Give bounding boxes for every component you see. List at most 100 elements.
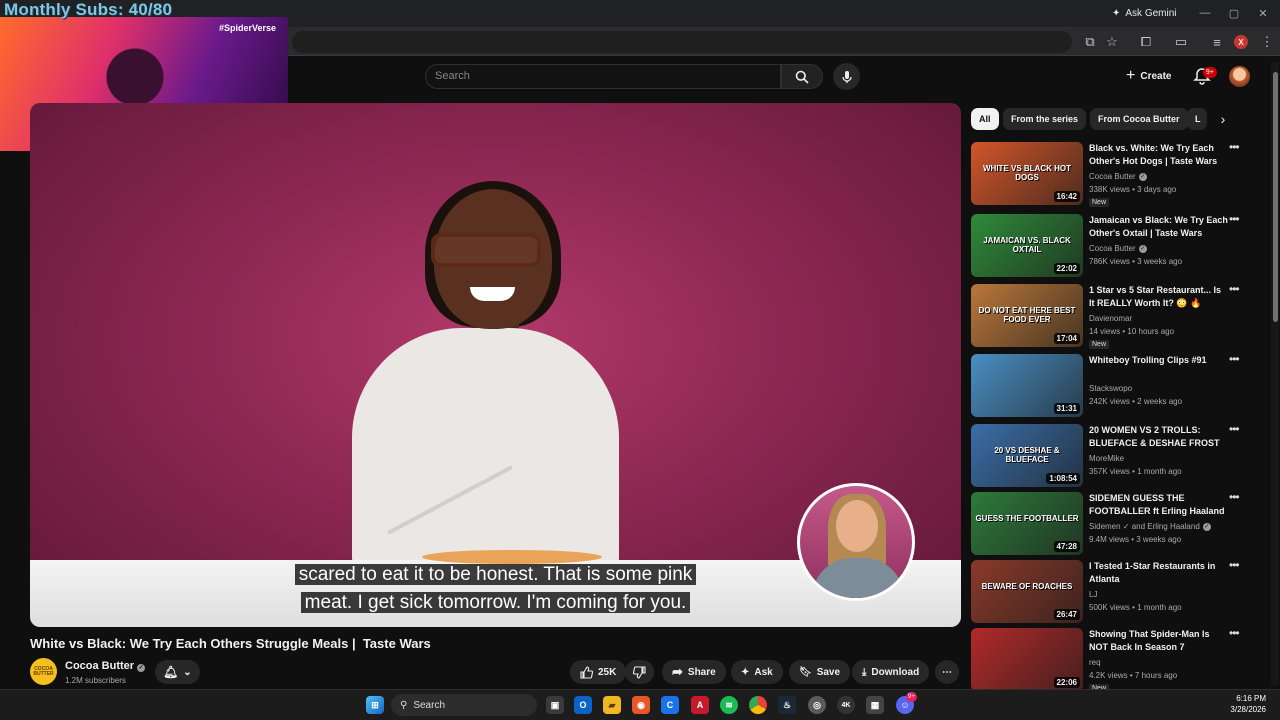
minimize-button[interactable]: — xyxy=(1195,4,1215,22)
save-button[interactable]: 🔖︎ Save xyxy=(789,660,851,684)
video-thumbnail[interactable]: DO NOT EAT HERE BEST FOOD EVER 17:04 xyxy=(971,284,1083,347)
chevron-down-icon: ⌄ xyxy=(183,666,192,678)
split-view-icon[interactable]: ▭ xyxy=(1171,32,1191,52)
chip-truncated[interactable]: L xyxy=(1187,108,1207,130)
recommendation-title[interactable]: 1 Star vs 5 Star Restaurant... Is It REA… xyxy=(1089,284,1229,310)
recommendation-item[interactable]: GUESS THE FOOTBALLER 47:28 SIDEMEN GUESS T… xyxy=(971,491,1261,558)
video-thumbnail[interactable]: GUESS THE FOOTBALLER 47:28 xyxy=(971,492,1083,555)
recommendation-item[interactable]: BEWARE OF ROACHES 26:47 I Tested 1-Star Re… xyxy=(971,559,1261,626)
4k-downloader-icon[interactable]: 4K xyxy=(837,696,855,714)
obs-icon[interactable]: ◎ xyxy=(808,696,826,714)
address-bar[interactable] xyxy=(292,31,1072,53)
chevron-right-icon[interactable]: › xyxy=(1214,110,1232,128)
recommendation-title[interactable]: Black vs. White: We Try Each Other's Hot… xyxy=(1089,142,1229,168)
account-avatar[interactable] xyxy=(1229,66,1250,87)
ask-button[interactable]: ✦ Ask xyxy=(731,660,783,684)
chrome-icon[interactable] xyxy=(749,696,767,714)
recommendation-title[interactable]: Showing That Spider-Man Is NOT Back In S… xyxy=(1089,628,1229,654)
browser-menu-icon[interactable]: ⋮ xyxy=(1257,32,1277,52)
more-options-icon[interactable]: ••• xyxy=(1229,213,1241,225)
search-button[interactable] xyxy=(781,64,823,89)
adobe-acrobat-icon[interactable]: A xyxy=(691,696,709,714)
capcut-icon[interactable]: C xyxy=(661,696,679,714)
video-thumbnail[interactable]: JAMAICAN VS. BLACK OXTAIL 22:02 xyxy=(971,214,1083,277)
more-options-icon[interactable]: ••• xyxy=(1229,283,1241,295)
search-input[interactable]: Search xyxy=(425,64,781,89)
voice-search-button[interactable] xyxy=(833,63,860,90)
recommendation-title[interactable]: 20 WOMEN VS 2 TROLLS: BLUEFACE & DESHAE … xyxy=(1089,424,1229,450)
subscription-bell-button[interactable]: 🔔︎ ⌄ xyxy=(155,660,200,684)
file-explorer-icon[interactable]: ▰ xyxy=(603,696,621,714)
recommendation-title[interactable]: I Tested 1-Star Restaurants in Atlanta xyxy=(1089,560,1229,586)
more-options-icon[interactable]: ••• xyxy=(1229,141,1241,153)
profile-avatar[interactable]: X xyxy=(1234,35,1248,49)
recommendation-meta: 4.2K views • 7 hours ago xyxy=(1089,671,1178,680)
recommendation-item[interactable]: 31:31 Whiteboy Trolling Clips #91 Stackswo… xyxy=(971,353,1261,420)
outlook-icon[interactable]: O xyxy=(574,696,592,714)
thumbs-down-icon xyxy=(633,665,646,679)
video-thumbnail[interactable]: WHITE VS BLACK HOT DOGS 16:42 xyxy=(971,142,1083,205)
taskbar-search-box[interactable]: ⚲ Search xyxy=(391,694,537,716)
recommendation-channel[interactable]: Cocoa Butter ✓ xyxy=(1089,244,1147,253)
video-duration: 17:04 xyxy=(1053,333,1080,344)
more-options-icon[interactable]: ••• xyxy=(1229,491,1241,503)
taskbar-search-label: Search xyxy=(413,699,446,711)
maximize-button[interactable]: ▢ xyxy=(1224,4,1244,22)
recommendation-item[interactable]: 22:06 Showing That Spider-Man Is NOT Back… xyxy=(971,627,1261,694)
create-button[interactable]: + Create xyxy=(1120,65,1177,87)
recommendation-channel[interactable]: Cocoa Butter ✓ xyxy=(1089,172,1147,181)
recommendation-title[interactable]: Whiteboy Trolling Clips #91 xyxy=(1089,354,1229,367)
more-actions-button[interactable]: ⋯ xyxy=(935,660,959,684)
video-thumbnail[interactable]: 31:31 xyxy=(971,354,1083,417)
verified-badge-icon: ✓ xyxy=(1138,172,1147,181)
notification-count-badge: 9+ xyxy=(1203,67,1217,78)
microphone-icon xyxy=(841,70,852,83)
extensions-icon[interactable]: ⧠ xyxy=(1136,32,1156,52)
steam-icon[interactable]: ♨ xyxy=(778,696,796,714)
recommendation-item[interactable]: JAMAICAN VS. BLACK OXTAIL 22:02 Jamaican v… xyxy=(971,213,1261,280)
recommendation-item[interactable]: WHITE VS BLACK HOT DOGS 16:42 Black vs. Wh… xyxy=(971,141,1261,208)
spotify-icon[interactable]: ≋ xyxy=(720,696,738,714)
video-player[interactable]: scared to eat it to be honest. That is s… xyxy=(30,103,961,627)
more-options-icon[interactable]: ••• xyxy=(1229,423,1241,435)
recommendation-channel[interactable]: LJ xyxy=(1089,590,1097,599)
channel-name[interactable]: Cocoa Butter ✓ xyxy=(65,660,146,672)
recommendation-channel[interactable]: Sidemen ✓ and Erling Haaland ✓ xyxy=(1089,522,1211,531)
windows-start-icon[interactable]: ⊞ xyxy=(366,696,384,714)
firefox-icon[interactable]: ◉ xyxy=(632,696,650,714)
channel-avatar[interactable]: COCOA BUTTER xyxy=(30,658,57,685)
download-icon: ⤓ xyxy=(862,666,867,678)
taskbar-clock[interactable]: 6:16 PM 3/28/2026 xyxy=(1216,693,1266,715)
chip-all[interactable]: All xyxy=(971,108,999,130)
recommendation-title[interactable]: SIDEMEN GUESS THE FOOTBALLER ft Erling H… xyxy=(1089,492,1229,518)
app-grid-icon[interactable]: ▦ xyxy=(866,696,884,714)
recommendation-title[interactable]: Jamaican vs Black: We Try Each Other's O… xyxy=(1089,214,1229,240)
recommendation-channel[interactable]: Davienomar xyxy=(1089,314,1132,323)
page-scrollbar-thumb[interactable] xyxy=(1273,72,1278,322)
dislike-button[interactable] xyxy=(625,660,654,684)
video-thumbnail[interactable]: 22:06 xyxy=(971,628,1083,691)
chip-from-cocoa-butter[interactable]: From Cocoa Butter xyxy=(1090,108,1188,130)
reading-list-icon[interactable]: ≡ xyxy=(1207,32,1227,52)
like-button[interactable]: 25K xyxy=(570,660,627,684)
recommendation-channel[interactable]: MoreMike xyxy=(1089,454,1124,463)
more-options-icon[interactable]: ••• xyxy=(1229,353,1241,365)
close-window-button[interactable]: ✕ xyxy=(1253,4,1273,22)
download-button[interactable]: ⤓ Download xyxy=(852,660,930,684)
ask-gemini-button[interactable]: ✦ Ask Gemini xyxy=(1104,4,1185,22)
recommendation-channel[interactable]: req xyxy=(1089,658,1101,667)
screenshot-icon[interactable]: ⧉ xyxy=(1080,32,1100,52)
more-options-icon[interactable]: ••• xyxy=(1229,627,1241,639)
recommendation-item[interactable]: DO NOT EAT HERE BEST FOOD EVER 17:04 1 Sta… xyxy=(971,283,1261,350)
recommendation-item[interactable]: 20 VS DESHAE & BLUEFACE 1:08:54 20 WOMEN V… xyxy=(971,423,1261,490)
more-options-icon[interactable]: ••• xyxy=(1229,559,1241,571)
new-badge: New xyxy=(1089,198,1110,207)
recommendation-channel[interactable]: Stackswopo xyxy=(1089,384,1132,393)
chip-from-the-series[interactable]: From the series xyxy=(1003,108,1087,130)
share-button[interactable]: ➦ Share xyxy=(662,660,726,684)
more-horizontal-icon: ⋯ xyxy=(942,666,952,678)
bookmark-star-icon[interactable]: ☆ xyxy=(1102,32,1122,52)
video-thumbnail[interactable]: BEWARE OF ROACHES 26:47 xyxy=(971,560,1083,623)
task-view-icon[interactable]: ▣ xyxy=(546,696,564,714)
video-thumbnail[interactable]: 20 VS DESHAE & BLUEFACE 1:08:54 xyxy=(971,424,1083,487)
